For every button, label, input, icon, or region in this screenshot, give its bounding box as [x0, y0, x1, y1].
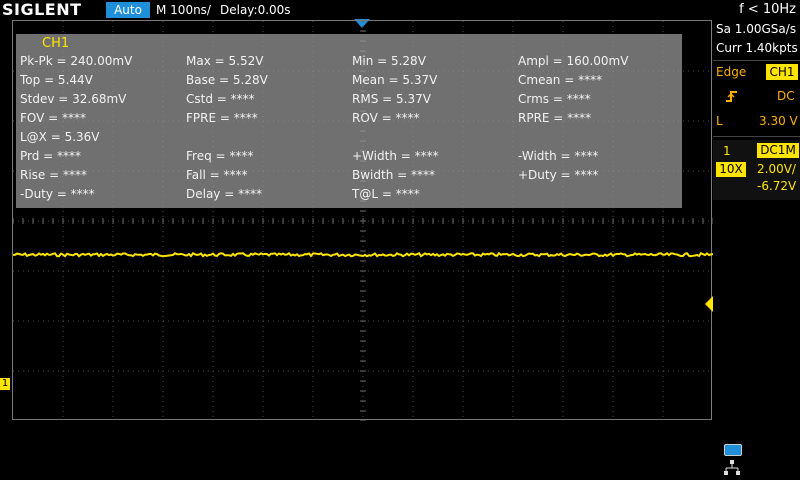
measurement-item: Top = 5.44V: [20, 73, 93, 87]
measurement-item: Crms = ****: [518, 92, 591, 106]
probe-attenuation-badge[interactable]: 10X: [716, 162, 746, 177]
measurement-item: Max = 5.52V: [186, 54, 264, 68]
trigger-level-value[interactable]: 3.30 V: [759, 114, 798, 128]
measurement-item: T@L = ****: [352, 187, 420, 201]
measurement-item: Cstd = ****: [186, 92, 255, 106]
channel1-offset-marker[interactable]: 1: [0, 378, 10, 390]
trigger-coupling[interactable]: DC: [777, 89, 795, 103]
channel-coupling-badge[interactable]: DC1M: [757, 143, 799, 158]
channel-offset[interactable]: -6.72V: [757, 179, 796, 193]
measurement-item: Ampl = 160.00mV: [518, 54, 629, 68]
divider: [713, 60, 800, 61]
timebase-readout[interactable]: M 100ns/: [156, 0, 211, 20]
memory-depth: Curr 1.40kpts: [716, 41, 798, 55]
measurement-item: RPRE = ****: [518, 111, 592, 125]
measurement-item: L@X = 5.36V: [20, 130, 100, 144]
measurement-item: Freq = ****: [186, 149, 254, 163]
measurement-item: -Width = ****: [518, 149, 599, 163]
measurement-panel: CH1 Pk-Pk = 240.00mV Max = 5.52V Min = 5.2…: [16, 34, 682, 208]
measurement-item: Stdev = 32.68mV: [20, 92, 127, 106]
trigger-source-badge[interactable]: CH1: [766, 64, 798, 80]
measurement-item: ROV = ****: [352, 111, 420, 125]
channel-number: 1: [723, 144, 731, 158]
trigger-level-label: L: [716, 114, 723, 128]
right-info-panel: Sa 1.00GSa/s Curr 1.40kpts Edge CH1 DC L…: [713, 20, 800, 480]
measurement-item: +Duty = ****: [518, 168, 599, 182]
measurement-item: Rise = ****: [20, 168, 87, 182]
measurement-item: Bwidth = ****: [352, 168, 435, 182]
measurement-item: Prd = ****: [20, 149, 82, 163]
measurement-item: Pk-Pk = 240.00mV: [20, 54, 133, 68]
measurement-item: FPRE = ****: [186, 111, 258, 125]
volts-per-div[interactable]: 2.00V/: [757, 162, 796, 176]
measurement-item: Min = 5.28V: [352, 54, 426, 68]
trigger-mode-badge[interactable]: Auto: [106, 2, 150, 18]
measurement-item: RMS = 5.37V: [352, 92, 431, 106]
ch1-waveform-trace: [13, 251, 713, 258]
network-icon: [724, 460, 740, 476]
measurement-item: Fall = ****: [186, 168, 248, 182]
rising-edge-icon: [725, 88, 739, 107]
usb-icon: [724, 444, 742, 456]
measurement-item: Delay = ****: [186, 187, 263, 201]
trigger-level-marker-icon[interactable]: [705, 296, 713, 312]
brand-logo: SIGLENT: [2, 0, 82, 19]
trigger-type[interactable]: Edge: [716, 65, 746, 79]
measurement-item: FOV = ****: [20, 111, 87, 125]
measurement-item: -Duty = ****: [20, 187, 95, 201]
measurement-item: Mean = 5.37V: [352, 73, 438, 87]
frequency-counter: f < 10Hz: [739, 2, 796, 17]
top-status-bar: SIGLENT Auto M 100ns/ Delay:0.00s f < 10…: [0, 0, 800, 20]
measurement-channel-label: CH1: [42, 36, 70, 51]
measurement-item: Base = 5.28V: [186, 73, 268, 87]
measurement-item: +Width = ****: [352, 149, 439, 163]
sample-rate: Sa 1.00GSa/s: [716, 22, 797, 36]
divider: [713, 136, 800, 137]
channel1-settings[interactable]: 1 DC1M 10X 2.00V/ -6.72V: [713, 140, 800, 200]
delay-readout[interactable]: Delay:0.00s: [220, 0, 291, 20]
measurement-item: Cmean = ****: [518, 73, 603, 87]
